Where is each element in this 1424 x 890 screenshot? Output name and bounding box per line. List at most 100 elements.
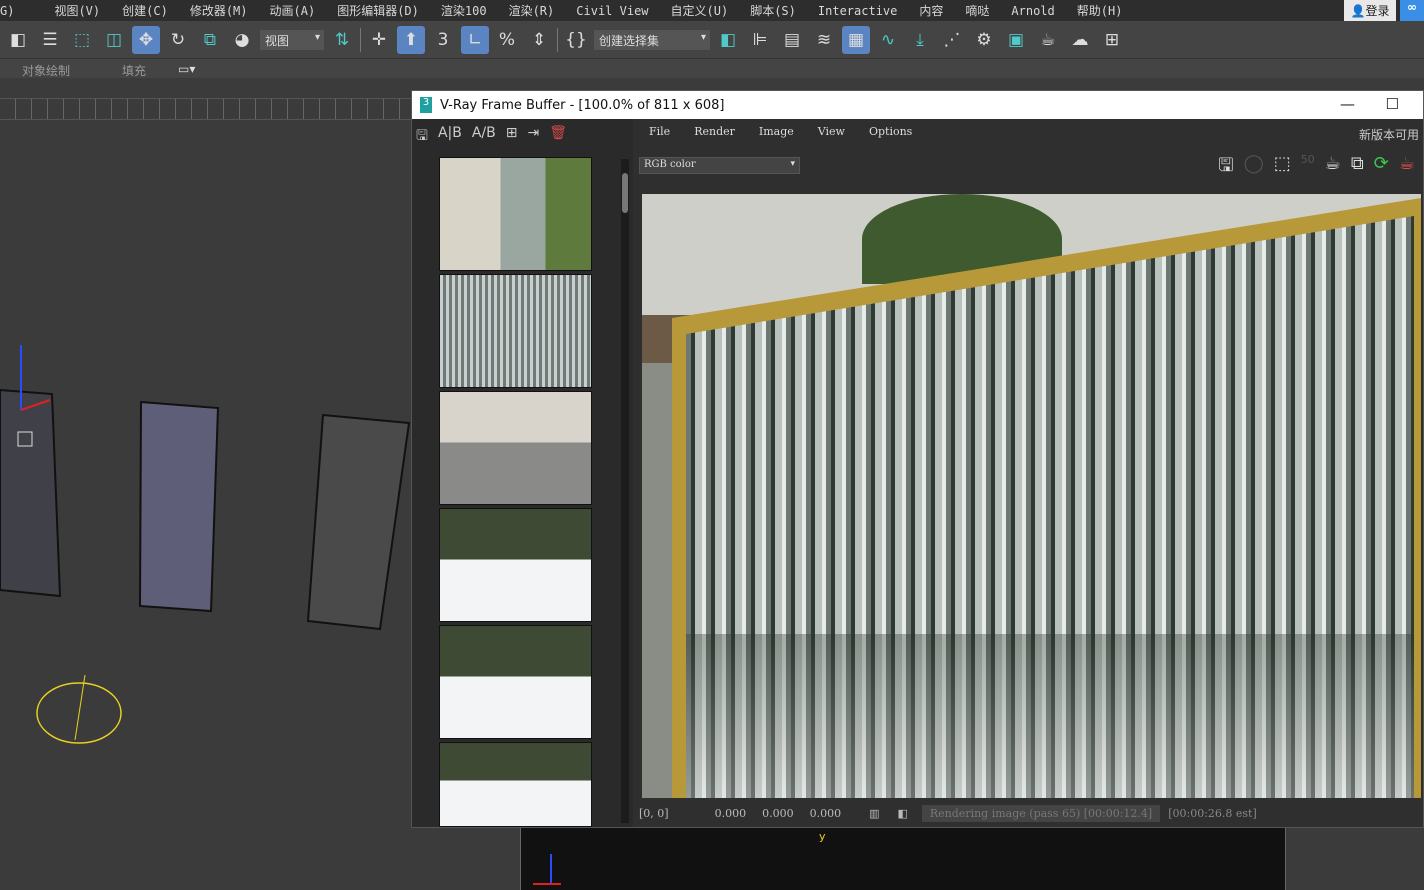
ribbon-options-icon[interactable]: ▭▾ (178, 62, 195, 76)
named-selection-dropdown[interactable]: 创建选择集 (594, 29, 710, 50)
new-version-notice[interactable]: 新版本可用 (1359, 126, 1419, 143)
menu-item[interactable]: 渲染100 (441, 2, 487, 19)
snap-3d-icon[interactable]: 3 (429, 26, 457, 54)
menu-item[interactable]: G) (0, 4, 14, 18)
menu-item[interactable]: 渲染(R) (509, 2, 555, 19)
select-object-icon[interactable]: ◧ (4, 26, 32, 54)
history-thumbnail[interactable] (439, 391, 592, 505)
menu-item[interactable]: 自定义(U) (671, 2, 729, 19)
delete-icon[interactable]: 🗑 (549, 125, 567, 147)
menu-item[interactable]: 帮助(H) (1077, 2, 1123, 19)
scale-icon[interactable]: ⧉ (196, 26, 224, 54)
curve-editor-icon[interactable]: ∿ (874, 26, 902, 54)
menu-item[interactable]: Civil View (576, 4, 648, 18)
channel-dropdown[interactable]: RGB color (639, 157, 800, 174)
menu-options[interactable]: Options (869, 125, 912, 138)
render-teapot-icon[interactable]: ☕ (1399, 153, 1415, 183)
history-scrollbar[interactable] (621, 159, 629, 823)
history-thumbnail[interactable] (439, 274, 592, 388)
menu-view[interactable]: View (818, 125, 845, 138)
layer-explorer-icon[interactable]: ≋ (810, 26, 838, 54)
panel-object[interactable] (0, 388, 62, 598)
pass-count-icon: 50 (1300, 153, 1315, 166)
ribbon-tab-object-paint[interactable]: 对象绘制 (22, 62, 70, 79)
render-last-icon[interactable]: ☕ (1325, 153, 1341, 183)
rotate-icon[interactable]: ↻ (164, 26, 192, 54)
axis-constraint-icon[interactable]: ✛ (365, 26, 393, 54)
pivot-icon[interactable]: ⇅ (328, 26, 356, 54)
ribbon-toggle-icon[interactable]: ▦ (842, 25, 870, 54)
perspective-viewport[interactable] (0, 120, 411, 890)
history-thumbnail[interactable] (439, 625, 592, 739)
rendered-frame-window-icon[interactable]: ▣ (1002, 26, 1030, 54)
load-to-vfb-icon[interactable]: ⇥ (527, 125, 539, 147)
compare-ab-vertical-icon[interactable]: A|B (438, 125, 462, 147)
pixel-r: 0.000 (714, 806, 747, 820)
reference-coord-dropdown[interactable]: 视图 (260, 29, 324, 50)
history-thumbnail[interactable] (439, 508, 592, 622)
history-thumbnail[interactable] (439, 157, 592, 271)
render-estimate: [00:00:26.8 est] (1168, 806, 1257, 820)
menu-file[interactable]: File (649, 125, 670, 138)
menu-item[interactable]: 内容 (919, 2, 943, 19)
render-production-icon[interactable]: ☕ (1034, 26, 1062, 54)
link-icon[interactable]: ∞ (1400, 0, 1424, 21)
dope-sheet-icon[interactable]: ⤓ (906, 26, 934, 54)
schematic-view-icon[interactable]: ⋰ (938, 26, 966, 54)
refresh-icon[interactable]: ⟳ (1374, 153, 1389, 183)
select-by-name-icon[interactable]: ☰ (36, 26, 64, 54)
edit-named-selection-icon[interactable]: {} (562, 26, 590, 54)
3dsmax-logo-icon: 3 (420, 97, 432, 113)
angle-snap-icon[interactable]: ∟ (461, 25, 489, 54)
panel-object[interactable] (306, 413, 411, 631)
vfb-title-bar: 3 V-Ray Frame Buffer - [100.0% of 811 x … (412, 91, 1423, 119)
track-mouse-icon[interactable]: ⧉ (1351, 153, 1364, 183)
compare-ab-horizontal-icon[interactable]: A/B (472, 125, 496, 147)
menu-item[interactable]: Interactive (818, 4, 897, 18)
percent-snap-icon[interactable]: % (493, 26, 521, 54)
menu-item[interactable]: 脚本(S) (750, 2, 796, 19)
save-image-icon[interactable]: 🖫 (1218, 153, 1233, 183)
divider (360, 27, 361, 52)
minimize-button[interactable]: — (1340, 95, 1355, 113)
menu-image[interactable]: Image (759, 125, 794, 138)
placement-icon[interactable]: ◕ (228, 26, 256, 54)
ribbon: 对象绘制 填充 ▭▾ (0, 58, 1424, 78)
mirror-icon[interactable]: ◧ (714, 26, 742, 54)
keyboard-shortcut-icon[interactable]: ⬆ (397, 25, 425, 54)
menu-item[interactable]: Arnold (1011, 4, 1054, 18)
window-crossing-icon[interactable]: ◫ (100, 26, 128, 54)
window-title: V-Ray Frame Buffer - [100.0% of 811 x 60… (440, 97, 725, 113)
menu-item[interactable]: 图形编辑器(D) (337, 2, 419, 19)
menu-item[interactable]: 修改器(M) (190, 2, 248, 19)
ribbon-tab-populate[interactable]: 填充 (122, 62, 146, 79)
menu-item[interactable]: 动画(A) (270, 2, 316, 19)
region-render-icon[interactable]: ⬚ (1274, 153, 1291, 183)
stop-icon[interactable]: ◯ (1244, 153, 1264, 183)
login-button[interactable]: 👤 登录 (1344, 0, 1396, 21)
viewport-layout-icon[interactable]: ⊞ (1098, 26, 1126, 54)
spinner-snap-icon[interactable]: ⇕ (525, 26, 553, 54)
color-mode-icon[interactable]: ▥ (869, 807, 879, 820)
menu-item[interactable]: 创建(C) (122, 2, 168, 19)
menu-render[interactable]: Render (694, 125, 735, 138)
scene-explorer-icon[interactable]: ▤ (778, 26, 806, 54)
display-mode-icon[interactable]: ◧ (897, 807, 907, 820)
maximize-button[interactable]: ☐ (1386, 95, 1399, 113)
menu-item[interactable]: 嘀哒 (965, 2, 989, 19)
menu-item[interactable]: 视图(V) (54, 2, 100, 19)
history-thumbnail[interactable] (439, 742, 592, 827)
rendered-image[interactable] (642, 194, 1421, 798)
panel-object[interactable] (138, 400, 220, 613)
save-history-icon[interactable]: 🖫 (416, 125, 428, 147)
compare-abcd-icon[interactable]: ⊞ (506, 125, 518, 147)
render-setup-icon[interactable]: ⚙ (970, 26, 998, 54)
render-cloud-icon[interactable]: ☁ (1066, 26, 1094, 54)
bottom-viewport[interactable]: y (520, 828, 1286, 890)
history-panel: 🖫 A|B A/B ⊞ ⇥ 🗑 (412, 119, 633, 827)
align-icon[interactable]: ⊫ (746, 26, 774, 54)
rect-selection-icon[interactable]: ⬚ (68, 26, 96, 54)
time-ruler (0, 98, 411, 120)
vfb-status-bar: [0, 0] 0.000 0.000 0.000 ▥ ◧ Rendering i… (633, 799, 1423, 827)
move-icon[interactable]: ✥ (132, 25, 160, 54)
